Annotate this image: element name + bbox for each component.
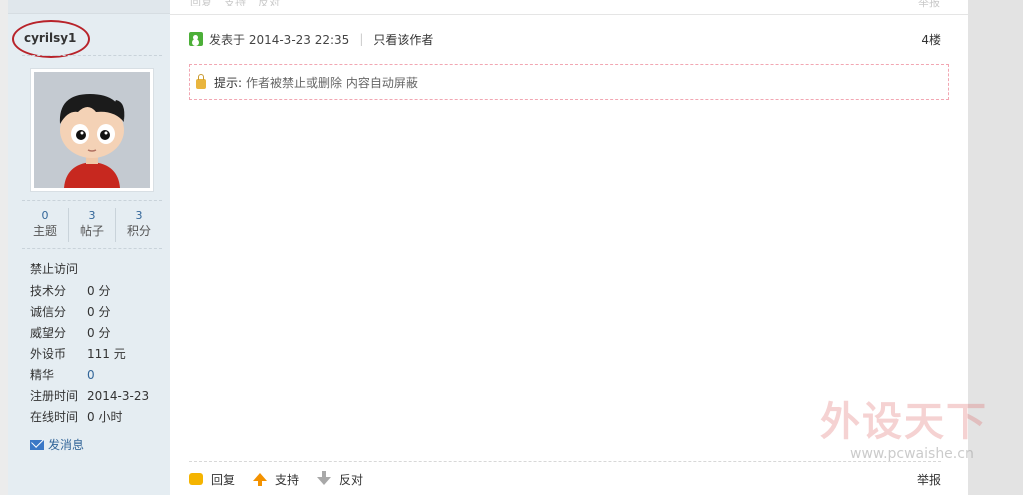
info-key: 注册时间: [30, 389, 79, 403]
info-value: 2014-3-23: [87, 389, 150, 403]
notice-label: 提示:: [214, 75, 243, 90]
divider: [22, 55, 162, 56]
stat-label: 积分: [126, 224, 151, 238]
info-row: 在线时间 0 小时: [30, 409, 149, 430]
send-message-label: 发消息: [48, 438, 85, 452]
support-button[interactable]: 支持: [253, 471, 299, 488]
info-value: 0 分: [87, 305, 111, 319]
stat-label: 帖子: [79, 224, 104, 238]
info-key: 在线时间: [30, 410, 79, 424]
pipe-divider: |: [359, 32, 364, 46]
info-key: 精华: [30, 368, 55, 382]
previous-post-actions: 回复 支持 反对: [190, 0, 280, 6]
post-actions: 回复 支持 反对 举报: [189, 470, 941, 488]
lock-icon: [196, 73, 206, 89]
previous-report-link[interactable]: 举报: [918, 0, 940, 10]
stat-posts[interactable]: 3 帖子: [68, 208, 115, 242]
info-value: 0 分: [87, 284, 111, 298]
reply-label: 回复: [211, 472, 236, 487]
post-time: 发表于 2014-3-23 22:35: [209, 32, 350, 47]
info-key: 诚信分: [30, 305, 67, 319]
avatar[interactable]: [30, 68, 154, 192]
post-header: 发表于 2014-3-23 22:35 | 只看该作者 4楼: [189, 30, 941, 48]
info-row: 外设币 111 元: [30, 346, 149, 367]
reply-button[interactable]: 回复: [189, 471, 235, 488]
stat-points[interactable]: 3 积分: [115, 208, 162, 242]
info-row: 诚信分 0 分: [30, 304, 149, 325]
previous-reply-link[interactable]: 回复: [190, 0, 212, 6]
info-key: 威望分: [30, 326, 67, 340]
notice-text: 作者被禁止或删除 内容自动屏蔽: [246, 75, 418, 90]
previous-oppose-link[interactable]: 反对: [258, 0, 280, 6]
user-status: 禁止访问: [30, 262, 79, 276]
oppose-label: 反对: [339, 472, 364, 487]
user-online-icon: [189, 32, 203, 46]
stat-label: 主题: [32, 224, 57, 238]
avatar-image: [34, 72, 150, 188]
arrow-up-icon: [253, 473, 268, 486]
stat-threads[interactable]: 0 主题: [22, 208, 68, 242]
envelope-icon: [30, 439, 44, 450]
reply-bubble-icon: [189, 473, 203, 485]
page-background-left: [0, 0, 8, 495]
blocked-content-notice: 提示: 作者被禁止或删除 内容自动屏蔽: [189, 64, 949, 100]
info-key: 技术分: [30, 284, 67, 298]
user-stats: 0 主题 3 帖子 3 积分: [22, 208, 162, 242]
previous-support-link[interactable]: 支持: [224, 0, 246, 6]
floor-number[interactable]: 4楼: [921, 31, 941, 48]
site-watermark: 外设天下 www.pcwaishe.cn: [820, 398, 990, 470]
user-profile-sidebar: cyrilsy1 0 主题 3 帖子 3 积分 禁止访问 技术分 0 分 诚信分…: [8, 0, 170, 495]
stat-value[interactable]: 0: [22, 208, 68, 223]
info-value: 0 分: [87, 326, 111, 340]
stat-value[interactable]: 3: [69, 208, 115, 223]
previous-post-strip: [8, 0, 170, 14]
info-value-link[interactable]: 0: [87, 367, 95, 388]
info-row: 威望分 0 分: [30, 325, 149, 346]
cartoon-boy-avatar-icon: [34, 72, 150, 188]
report-link[interactable]: 举报: [917, 471, 941, 488]
info-row: 精华 0: [30, 367, 149, 388]
arrow-down-icon: [317, 471, 332, 485]
stat-value[interactable]: 3: [116, 208, 162, 223]
info-value: 111 元: [87, 347, 126, 361]
divider: [22, 200, 162, 201]
send-message-link[interactable]: 发消息: [30, 436, 84, 453]
info-row: 技术分 0 分: [30, 283, 149, 304]
info-value: 0 小时: [87, 410, 123, 424]
watermark-url: www.pcwaishe.cn: [850, 446, 974, 462]
user-info-list: 技术分 0 分 诚信分 0 分 威望分 0 分 外设币 111 元 精华 0 注…: [30, 283, 149, 430]
divider: [22, 248, 162, 249]
info-key: 外设币: [30, 347, 67, 361]
post-separator: [170, 14, 968, 15]
only-author-link[interactable]: 只看该作者: [373, 31, 433, 48]
username-link[interactable]: cyrilsy1: [24, 31, 76, 45]
watermark-logo-text: 外设天下: [820, 399, 988, 445]
support-label: 支持: [275, 472, 300, 487]
info-row: 注册时间 2014-3-23: [30, 388, 149, 409]
oppose-button[interactable]: 反对: [317, 471, 363, 488]
